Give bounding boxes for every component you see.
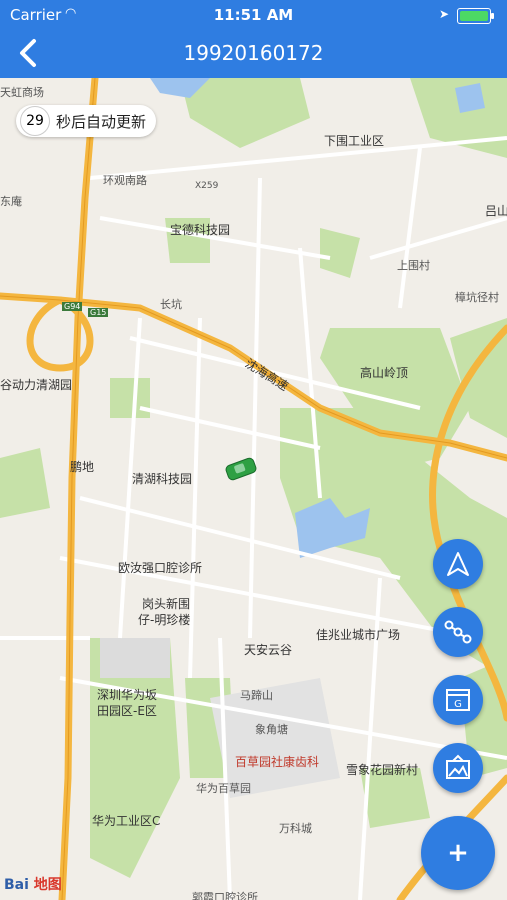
geofence-icon: G xyxy=(446,689,470,711)
poi-tianhong: 天虹商场 xyxy=(0,86,44,99)
poi-wanke: 万科城 xyxy=(279,822,312,835)
poi-gangtou: 岗头新围 xyxy=(142,597,191,611)
clock: 11:51 AM xyxy=(213,6,294,24)
countdown-text: 秒后自动更新 xyxy=(56,112,147,131)
poi-donghe: 东庵 xyxy=(0,195,22,208)
nav-bar: 19920160172 xyxy=(0,30,507,78)
poi-shangwei: 上围村 xyxy=(397,259,430,272)
poi-gaoshan: 高山岭顶 xyxy=(360,366,409,380)
status-bar: Carrier ◠ 11:51 AM ➤ xyxy=(0,0,507,30)
page-title: 19920160172 xyxy=(183,41,324,65)
battery-icon xyxy=(457,8,494,24)
poi-xuexiang: 雪象花园新村 xyxy=(346,763,419,777)
poi-gangtou-2: 仔-明珍楼 xyxy=(138,613,191,627)
location-icon: ➤ xyxy=(438,7,449,21)
poi-matishan: 马蹄山 xyxy=(240,689,273,702)
poi-xiangjiao: 象角塘 xyxy=(255,723,288,736)
poi-pengdi: 鹏地 xyxy=(70,460,95,474)
add-button[interactable]: + xyxy=(421,816,495,890)
fence-button[interactable]: G xyxy=(433,675,483,725)
track-button[interactable] xyxy=(433,607,483,657)
poi-huaweiban-2: 田园区-E区 xyxy=(97,704,157,718)
poi-baicaoyuan: 百草园社康齿科 xyxy=(235,755,320,769)
map-canvas xyxy=(0,78,507,900)
road-g94: G94 xyxy=(62,302,83,311)
logo-text-2: 地图 xyxy=(33,877,62,893)
poi-zhangkengjing: 樟坑径村 xyxy=(455,291,499,304)
road-huanguannanlu: 环观南路 xyxy=(103,174,147,187)
poi-jiazhao: 佳兆业城市广场 xyxy=(316,628,401,642)
map-layer-button[interactable] xyxy=(433,743,483,793)
road-g15: G15 xyxy=(88,308,109,317)
navigate-button[interactable] xyxy=(433,539,483,589)
svg-text:G: G xyxy=(454,699,462,710)
navigation-arrow-icon xyxy=(447,552,469,576)
logo-text: Bai xyxy=(4,877,29,893)
poi-tianan: 天安云谷 xyxy=(244,643,293,657)
poi-xiaweigongye: 下围工业区 xyxy=(324,134,385,148)
poi-huaweigongye: 华为工业区C xyxy=(92,814,161,828)
poi-bottom: 郭霞口腔诊所 xyxy=(192,891,258,900)
road-x259: X259 xyxy=(195,181,219,191)
baidu-logo: Bai 地图 xyxy=(4,874,62,894)
poi-qinghukeji: 清湖科技园 xyxy=(132,472,193,486)
map-view[interactable]: 天虹商场 下围工业区 环观南路 X259 宝德科技园 吕山 上围村 樟坑径村 长… xyxy=(0,78,507,900)
poi-gudongli: 谷动力清湖园 xyxy=(0,378,73,392)
poi-huaweiban: 深圳华为坂 xyxy=(97,688,158,702)
poi-ouru: 欧汝强口腔诊所 xyxy=(118,561,203,575)
poi-changkeng: 长坑 xyxy=(160,298,182,311)
auto-refresh-countdown: 29 秒后自动更新 xyxy=(16,105,157,137)
poi-baodekeji: 宝德科技园 xyxy=(170,223,231,237)
poi-huaweibaicao: 华为百草园 xyxy=(196,782,251,795)
poi-lvshan: 吕山 xyxy=(485,204,507,218)
route-icon xyxy=(444,620,472,644)
picture-icon xyxy=(446,754,470,779)
countdown-seconds: 29 xyxy=(20,106,50,136)
